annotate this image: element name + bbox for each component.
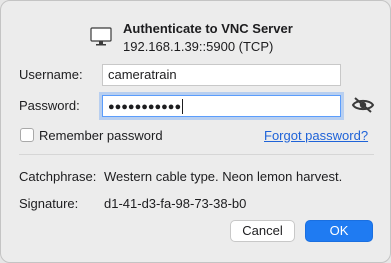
username-field[interactable]: cameratrain	[102, 64, 341, 86]
signature-value: d1-41-d3-fa-98-73-38-b0	[104, 196, 247, 211]
text-caret	[182, 99, 184, 115]
server-address: 192.168.1.39::5900 (TCP)	[123, 39, 274, 54]
monitor-icon	[90, 27, 112, 46]
password-label: Password:	[19, 98, 80, 113]
ok-button[interactable]: OK	[305, 220, 373, 242]
dialog-title: Authenticate to VNC Server	[123, 21, 293, 36]
username-label: Username:	[19, 67, 83, 82]
eye-slash-icon[interactable]	[351, 96, 375, 114]
vnc-auth-dialog: Authenticate to VNC Server 192.168.1.39:…	[0, 0, 391, 263]
forgot-password-link[interactable]: Forgot password?	[264, 128, 368, 143]
password-field[interactable]: ●●●●●●●●●●●	[102, 95, 341, 117]
remember-password-label[interactable]: Remember password	[39, 128, 163, 143]
catchphrase-value: Western cable type. Neon lemon harvest.	[104, 169, 343, 184]
divider	[19, 154, 374, 155]
signature-label: Signature:	[19, 196, 79, 211]
dialog-header: Authenticate to VNC Server 192.168.1.39:…	[90, 21, 350, 61]
cancel-button[interactable]: Cancel	[230, 220, 295, 242]
password-dots: ●●●●●●●●●●●	[108, 101, 182, 113]
remember-password-checkbox[interactable]	[20, 128, 34, 142]
catchphrase-label: Catchphrase:	[19, 169, 97, 184]
